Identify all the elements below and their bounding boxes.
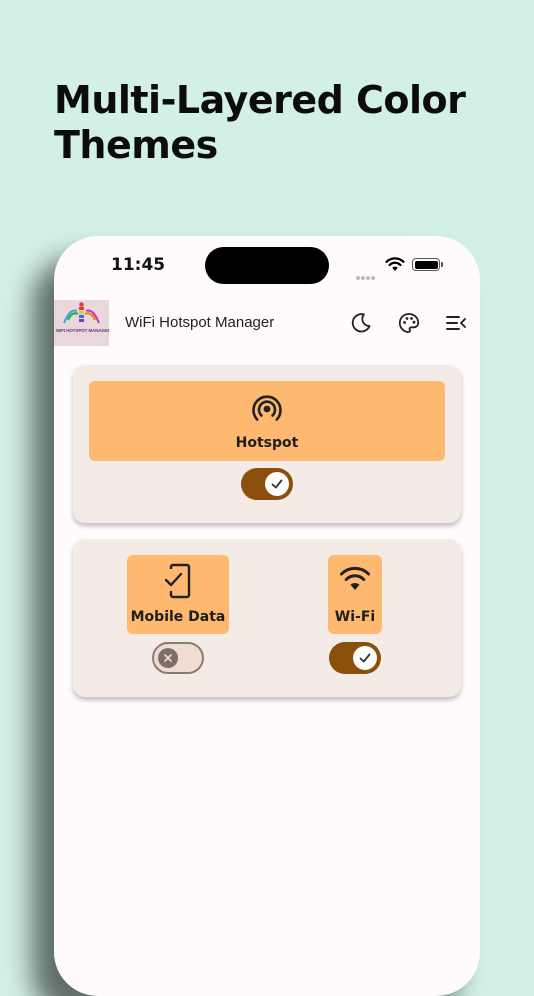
network-card: Mobile Data Wi-Fi (73, 539, 461, 697)
battery-nub (441, 262, 443, 267)
hotspot-toggle[interactable] (241, 468, 293, 500)
dynamic-island (205, 247, 329, 284)
wifi-status-icon (385, 257, 405, 271)
cellular-signal-icon (356, 267, 376, 285)
mobile-data-tile[interactable]: Mobile Data (127, 555, 229, 634)
app-title: WiFi Hotspot Manager (125, 314, 275, 331)
hotspot-tile[interactable]: Hotspot (89, 381, 445, 461)
close-icon (164, 654, 172, 662)
palette-icon[interactable] (397, 311, 421, 335)
check-icon (271, 479, 283, 489)
logo-text: WIFI HOTSPOT MANAGER (56, 328, 109, 333)
status-bar: 11:45 (54, 236, 480, 298)
battery-icon (412, 258, 440, 271)
promo-title-line2: Themes (54, 123, 218, 167)
status-clock: 11:45 (111, 255, 166, 275)
wifi-tile[interactable]: Wi-Fi (328, 555, 382, 634)
hotspot-icon (252, 395, 282, 421)
moon-icon[interactable] (349, 311, 373, 335)
toggle-knob (353, 646, 377, 670)
mobile-data-label: Mobile Data (130, 609, 226, 625)
wifi-icon (340, 566, 370, 590)
mobile-data-icon (164, 563, 191, 599)
wifi-label: Wi-Fi (334, 609, 376, 625)
mobile-data-toggle[interactable] (152, 642, 204, 674)
hotspot-card: Hotspot (73, 365, 461, 523)
toggle-knob (158, 648, 178, 668)
promo-title: Multi-Layered Color Themes (54, 78, 466, 168)
menu-collapse-icon[interactable] (444, 311, 468, 335)
hotspot-label: Hotspot (235, 435, 299, 451)
app-bar: WIFI HOTSPOT MANAGER WiFi Hotspot Manage… (54, 300, 480, 346)
toggle-knob (265, 472, 289, 496)
promo-title-line1: Multi-Layered Color (54, 78, 466, 122)
check-icon (359, 653, 371, 663)
app-logo: WIFI HOTSPOT MANAGER (54, 300, 109, 346)
wifi-toggle[interactable] (329, 642, 381, 674)
phone-frame: 11:45 WIFI HOTSPOT MANAGER WiFi Hotspot … (54, 236, 480, 996)
logo-graphic-icon (63, 302, 100, 324)
